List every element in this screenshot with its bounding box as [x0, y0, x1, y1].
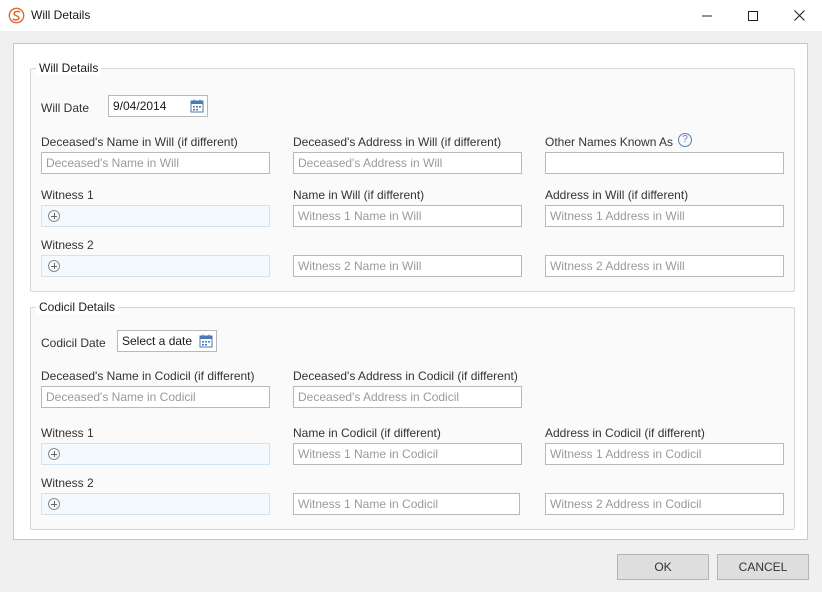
codicil-witness1-selector[interactable] — [41, 443, 270, 465]
will-details-title: Will Details — [36, 61, 102, 75]
add-icon[interactable] — [48, 260, 60, 272]
add-icon[interactable] — [48, 210, 60, 222]
details-panel: Will Details Will Date 9/04/2014 Decease… — [13, 43, 808, 540]
deceased-address-will-label: Deceased's Address in Will (if different… — [293, 135, 502, 149]
close-button[interactable] — [776, 0, 822, 31]
witness1-name-will-input[interactable]: Witness 1 Name in Will — [293, 205, 522, 227]
will-witness2-selector[interactable] — [41, 255, 270, 277]
deceased-address-codicil-label: Deceased's Address in Codicil (if differ… — [293, 369, 518, 383]
maximize-icon — [748, 10, 758, 21]
close-icon — [793, 10, 805, 21]
minimize-icon — [702, 15, 712, 16]
address-in-codicil-label: Address in Codicil (if different) — [545, 426, 705, 440]
address-in-will-label: Address in Will (if different) — [545, 188, 689, 202]
app-logo-icon — [8, 7, 25, 24]
window-title: Will Details — [31, 8, 91, 22]
codicil-date-placeholder: Select a date — [122, 334, 193, 348]
name-in-codicil-label: Name in Codicil (if different) — [293, 426, 441, 440]
witness1-name-codicil-input[interactable]: Witness 1 Name in Codicil — [293, 443, 522, 465]
deceased-address-will-input[interactable]: Deceased's Address in Will — [293, 152, 522, 174]
calendar-icon[interactable] — [190, 99, 204, 113]
other-names-input[interactable] — [545, 152, 784, 174]
codicil-witness2-label: Witness 2 — [41, 476, 94, 490]
ok-button[interactable]: OK — [617, 554, 709, 580]
dialog-body: Will Details Will Date 9/04/2014 Decease… — [0, 31, 822, 592]
title-bar: Will Details — [0, 0, 822, 31]
help-icon[interactable]: ? — [678, 133, 692, 147]
deceased-name-will-input[interactable]: Deceased's Name in Will — [41, 152, 270, 174]
deceased-name-codicil-label: Deceased's Name in Codicil (if different… — [41, 369, 255, 383]
will-witness1-label: Witness 1 — [41, 188, 94, 202]
name-in-will-label: Name in Will (if different) — [293, 188, 425, 202]
codicil-witness2-selector[interactable] — [41, 493, 270, 515]
add-icon[interactable] — [48, 498, 60, 510]
deceased-name-codicil-input[interactable]: Deceased's Name in Codicil — [41, 386, 270, 408]
other-names-label: Other Names Known As — [545, 135, 674, 149]
will-date-value: 9/04/2014 — [113, 99, 167, 113]
deceased-address-codicil-input[interactable]: Deceased's Address in Codicil — [293, 386, 522, 408]
witness1-address-codicil-input[interactable]: Witness 1 Address in Codicil — [545, 443, 784, 465]
witness2-address-will-input[interactable]: Witness 2 Address in Will — [545, 255, 784, 277]
deceased-name-will-label: Deceased's Name in Will (if different) — [41, 135, 238, 149]
maximize-button[interactable] — [730, 0, 776, 31]
cancel-button[interactable]: CANCEL — [717, 554, 809, 580]
codicil-witness1-label: Witness 1 — [41, 426, 94, 440]
codicil-details-title: Codicil Details — [36, 300, 119, 314]
codicil-date-picker[interactable]: Select a date — [117, 330, 217, 352]
witness2-name-will-input[interactable]: Witness 2 Name in Will — [293, 255, 522, 277]
will-date-picker[interactable]: 9/04/2014 — [108, 95, 208, 117]
will-date-label: Will Date — [41, 101, 90, 115]
will-witness1-selector[interactable] — [41, 205, 270, 227]
witness1-address-will-input[interactable]: Witness 1 Address in Will — [545, 205, 784, 227]
codicil-date-label: Codicil Date — [41, 336, 106, 350]
witness2-name-codicil-input[interactable]: Witness 1 Name in Codicil — [293, 493, 520, 515]
will-witness2-label: Witness 2 — [41, 238, 94, 252]
minimize-button[interactable] — [684, 0, 730, 31]
witness2-address-codicil-input[interactable]: Witness 2 Address in Codicil — [545, 493, 784, 515]
calendar-icon[interactable] — [199, 334, 213, 348]
add-icon[interactable] — [48, 448, 60, 460]
